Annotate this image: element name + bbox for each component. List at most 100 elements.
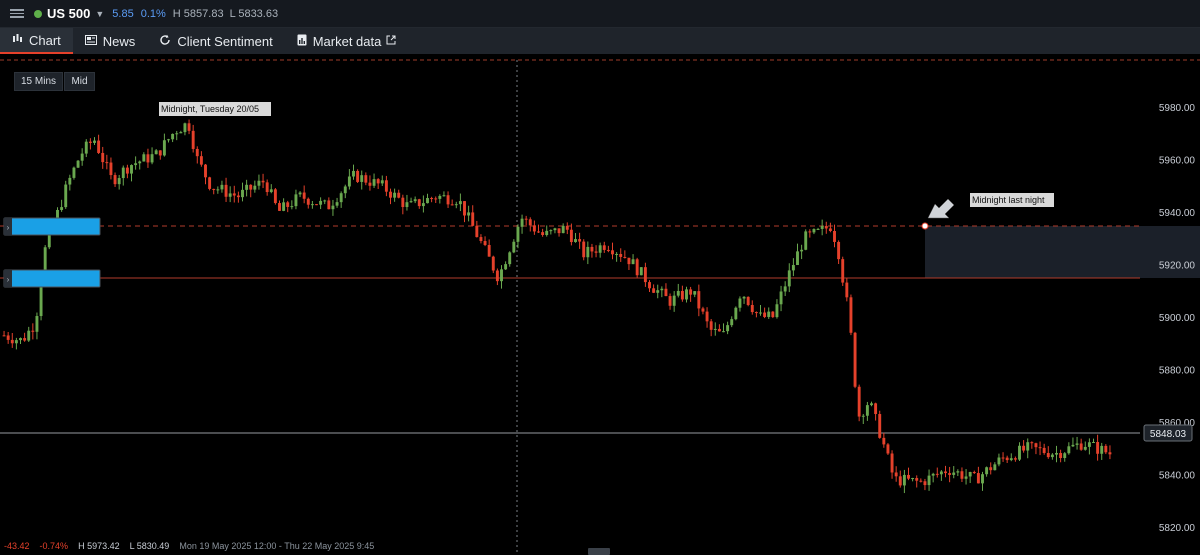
candle-body (730, 319, 734, 326)
candle-body (154, 150, 158, 155)
candle-body (1067, 446, 1071, 454)
candle-body (241, 189, 244, 198)
candle-body (1001, 457, 1005, 459)
candle-body (35, 316, 39, 332)
candle-body (537, 231, 540, 233)
candle-body (870, 403, 873, 406)
candle-body (935, 473, 939, 475)
candle-body (512, 241, 516, 253)
candle-body (138, 161, 142, 164)
candle-body (532, 225, 536, 232)
candle-body (109, 162, 113, 176)
order-box-lower[interactable]: › (3, 269, 101, 288)
candle-body (290, 206, 294, 208)
tab-market-data[interactable]: Market data (285, 28, 409, 54)
session-high: H 5857.83 (172, 7, 224, 20)
candle-body (352, 170, 355, 177)
candle-body (648, 282, 651, 289)
candle-body (578, 239, 582, 242)
candle-body (833, 231, 836, 242)
tab-news[interactable]: News (73, 28, 148, 54)
candle-body (228, 193, 232, 197)
candle-body (1018, 445, 1021, 460)
candle-body (27, 330, 31, 341)
candle-body (125, 167, 129, 174)
candle-body (738, 298, 742, 308)
newspaper-icon (84, 34, 97, 48)
candle-body (495, 270, 499, 282)
order-box-upper[interactable]: › (3, 217, 101, 236)
candle-body (504, 264, 508, 270)
candle-body (117, 178, 121, 185)
range-high: H 5973.42 (78, 541, 120, 551)
candle-body (335, 202, 339, 206)
candle-body (273, 189, 277, 204)
candle-body (475, 225, 479, 238)
candle-body (167, 139, 170, 141)
candle-body (97, 140, 101, 153)
candle-body (680, 290, 684, 300)
midnight-last-night-label: Midnight last night (972, 195, 1045, 205)
candle-body (1034, 443, 1038, 448)
candle-body (179, 132, 183, 134)
candle-body (372, 179, 376, 186)
candle-body (685, 289, 688, 300)
candle-body (1071, 444, 1075, 447)
candle-body (393, 192, 397, 198)
chevron-down-icon[interactable]: ▼ (95, 9, 104, 19)
candle-body (705, 311, 709, 322)
tab-client-sentiment[interactable]: Client Sentiment (147, 28, 284, 54)
candle-body (331, 205, 335, 210)
candle-body (915, 478, 919, 481)
candle-body (952, 472, 956, 475)
candle-body (319, 200, 323, 205)
candle-body (191, 130, 195, 149)
tab-chart[interactable]: Chart (0, 28, 73, 54)
candle-body (948, 473, 952, 475)
candle-body (294, 194, 298, 207)
candle-body (72, 167, 76, 178)
candle-body (808, 231, 812, 233)
tab-chart-label: Chart (29, 32, 61, 48)
candle-body (804, 231, 808, 250)
svg-text:›: › (7, 275, 10, 284)
candle-body (627, 257, 631, 265)
candle-body (183, 123, 187, 133)
candle-body (586, 246, 590, 258)
instrument-name[interactable]: US 500 (47, 6, 90, 21)
price-type-button[interactable]: Mid (64, 72, 95, 91)
session-low: L 5833.63 (229, 7, 279, 20)
candle-body (907, 474, 910, 479)
arrow-pointer-icon (927, 198, 955, 219)
midnight-marker-dot (921, 222, 929, 230)
price-axis-label: 5980.00 (1159, 103, 1196, 114)
candle-body (265, 182, 269, 193)
candlestick-icon (12, 33, 23, 47)
hamburger-menu-icon[interactable] (10, 9, 24, 18)
candle-body (956, 471, 960, 473)
candle-body (927, 475, 931, 486)
candle-body (76, 160, 80, 168)
candle-body (162, 140, 166, 156)
candle-body (717, 328, 721, 332)
candle-body (356, 170, 360, 182)
candle-body (1030, 442, 1034, 444)
scroll-handle (588, 548, 610, 555)
candle-body (726, 325, 730, 332)
candle-body (643, 267, 647, 283)
candle-body (434, 198, 438, 200)
candle-body (1046, 453, 1050, 458)
timeframe-button[interactable]: 15 Mins (14, 72, 63, 91)
candle-body (791, 265, 795, 271)
price-axis-label: 5920.00 (1159, 261, 1196, 272)
price-chart[interactable]: 5980.00 5960.00 5940.00 5920.00 5900.00 5880.… (0, 55, 1200, 555)
candle-body (421, 203, 425, 207)
candle-body (6, 335, 10, 340)
candle-body (837, 241, 841, 260)
candle-body (397, 192, 401, 198)
candle-body (623, 256, 627, 258)
candle-body (463, 201, 466, 216)
candle-body (981, 474, 984, 484)
candle-body (64, 184, 68, 208)
candle-body (454, 204, 458, 206)
